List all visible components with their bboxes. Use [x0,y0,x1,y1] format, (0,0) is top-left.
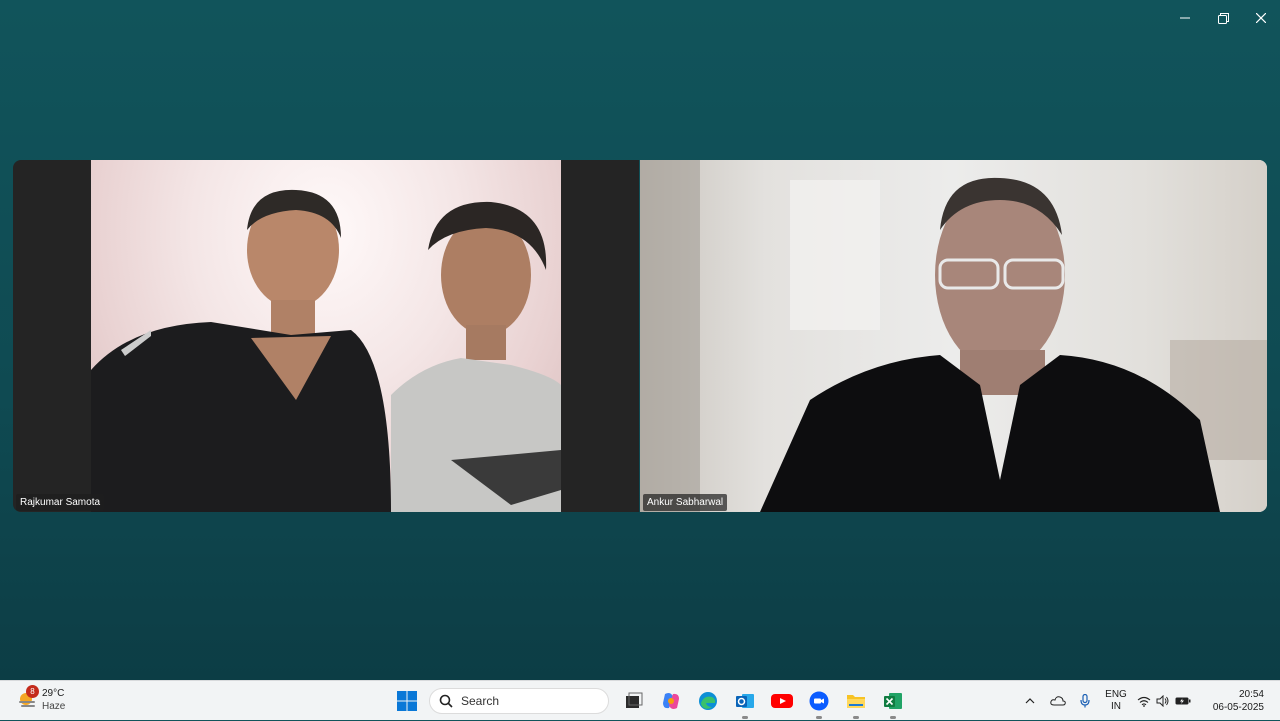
edge-button[interactable] [692,685,724,717]
region-code: IN [1111,701,1121,712]
running-indicator [889,716,896,719]
microphone-button[interactable] [1072,681,1098,721]
battery-charging-icon [1175,697,1191,705]
minimize-button[interactable] [1166,0,1204,36]
video-feed-image [91,189,561,512]
notification-badge: 8 [26,685,39,698]
start-icon [396,691,417,711]
file-explorer-button[interactable] [840,685,872,719]
running-indicator [852,716,859,719]
language-code: ENG [1105,689,1127,700]
copilot-icon [662,693,679,709]
window-controls [1166,0,1280,36]
minimize-icon [1180,17,1190,19]
youtube-icon [770,694,793,708]
running-indicator [815,716,822,719]
clock-date: 06-05-2025 [1212,702,1264,713]
weather-condition: Haze [42,701,66,712]
cloud-icon [1050,696,1066,706]
clock-time: 20:54 [1238,689,1264,700]
participant-video [91,160,561,512]
wifi-icon [1137,696,1151,707]
task-view-icon [625,692,642,708]
weather-temperature: 29°C [42,688,65,699]
language-indicator[interactable]: ENG IN [1098,681,1134,721]
microphone-icon [1080,694,1090,708]
copilot-button[interactable] [655,685,687,717]
volume-icon [1156,695,1169,707]
youtube-button[interactable] [766,685,798,717]
video-tile-rajkumar[interactable]: Rajkumar Samota [13,160,639,512]
video-feed-image [640,160,1267,512]
restore-button[interactable] [1204,0,1242,36]
quick-settings-button[interactable] [1134,681,1194,721]
excel-button[interactable] [877,685,909,719]
running-indicator [741,716,748,719]
outlook-button[interactable] [729,685,761,719]
taskbar: 8 29°C Haze Search ENG IN 20:54 06-05-20… [0,680,1280,720]
video-tile-ankur[interactable]: Ankur Sabharwal [640,160,1267,512]
restore-icon [1217,12,1229,24]
close-button[interactable] [1242,0,1280,36]
taskbar-apps: Search [388,685,911,719]
participant-name-tag: Rajkumar Samota [16,494,105,511]
search-label: Search [461,694,500,708]
close-icon [1256,13,1266,23]
clock[interactable]: 20:54 06-05-2025 [1194,681,1280,721]
zoom-icon [809,691,828,711]
search-input[interactable]: Search [429,688,609,714]
onedrive-button[interactable] [1044,681,1072,721]
participant-video [640,160,1267,512]
chevron-up-icon [1025,698,1035,704]
weather-widget[interactable]: 8 29°C Haze [16,685,66,713]
task-view-button[interactable] [618,685,650,717]
search-icon [439,694,453,708]
zoom-button[interactable] [803,685,835,719]
edge-icon [698,692,717,710]
outlook-icon [735,694,754,708]
participant-name-tag: Ankur Sabharwal [643,494,728,511]
start-button[interactable] [391,685,423,717]
show-hidden-icons-button[interactable] [1016,681,1044,721]
weather-haze-icon: 8 [16,685,39,711]
excel-icon [883,693,902,709]
file-explorer-icon [846,695,865,708]
system-tray: ENG IN 20:54 06-05-2025 [1016,681,1280,721]
